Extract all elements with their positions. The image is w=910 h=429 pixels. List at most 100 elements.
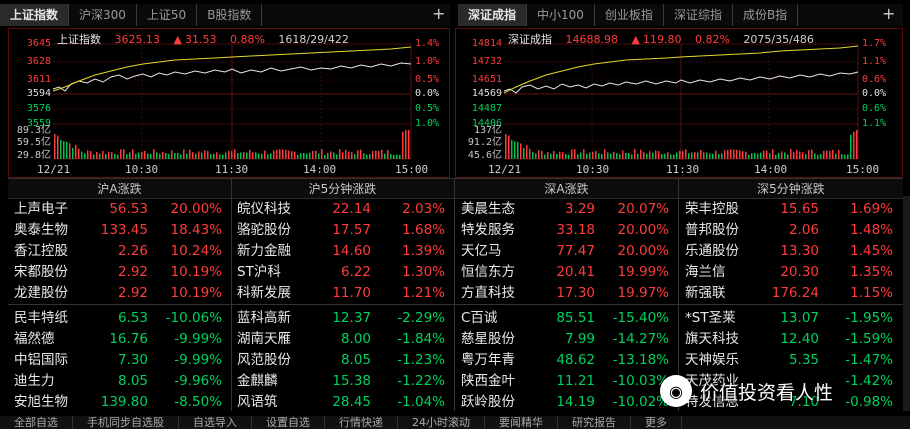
stock-row[interactable]: 新力金融 14.60 1.39% [231, 241, 454, 262]
stock-name[interactable]: 蓝科高新 [231, 308, 311, 329]
stock-row[interactable]: 骆驼股份 17.57 1.68% [231, 220, 454, 241]
tab-left_tabs-2[interactable]: 上证50 [137, 4, 198, 26]
stock-row[interactable]: ST沪科 6.22 1.30% [231, 262, 454, 283]
stock-row[interactable]: 普邦股份 2.06 1.48% [679, 220, 903, 241]
stock-change-pct: 2.03% [402, 201, 445, 217]
stock-row[interactable]: 民丰特纸 6.53 -10.06% [8, 308, 231, 329]
stock-row[interactable]: 荣丰控股 15.65 1.69% [679, 199, 903, 220]
stock-row[interactable]: 方直科技 17.30 19.97% [455, 283, 678, 304]
stock-row[interactable]: 上声电子 56.53 20.00% [8, 199, 231, 220]
stock-name[interactable]: 科新发展 [231, 283, 311, 304]
stock-row[interactable]: 恒信东方 20.41 19.99% [455, 262, 678, 283]
stock-row[interactable]: 特发服务 33.18 20.00% [455, 220, 678, 241]
stock-row[interactable]: 福然德 16.76 -9.99% [8, 329, 231, 350]
stock-row[interactable]: 天亿马 77.47 20.00% [455, 241, 678, 262]
stock-name[interactable]: 天神娱乐 [679, 350, 759, 371]
stock-name[interactable]: 中铝国际 [8, 350, 88, 371]
stock-name[interactable]: 特发服务 [455, 220, 535, 241]
bottom-tab-1[interactable]: 手机同步自选股 [73, 416, 179, 429]
bottom-tab-2[interactable]: 自选导入 [179, 416, 252, 429]
stock-name[interactable]: 宋都股份 [8, 262, 88, 283]
tab-right_tabs-1[interactable]: 中小100 [527, 4, 595, 26]
stock-name[interactable]: 奥泰生物 [8, 220, 88, 241]
stock-name[interactable]: 乐通股份 [679, 241, 759, 262]
stock-name[interactable]: 安旭生物 [8, 392, 88, 413]
tab-right_tabs-4[interactable]: 成份B指 [733, 4, 799, 26]
stock-name[interactable]: 天亿马 [455, 241, 535, 262]
stock-name[interactable]: 风语筑 [231, 392, 311, 413]
board-scrollbar[interactable] [903, 196, 910, 411]
stock-row[interactable]: C百诚 85.51 -15.40% [455, 308, 678, 329]
stock-name[interactable]: 骆驼股份 [231, 220, 311, 241]
stock-name[interactable]: 皖仪科技 [231, 199, 311, 220]
stock-row[interactable]: 迪生力 8.05 -9.96% [8, 371, 231, 392]
tab-right_tabs-2[interactable]: 创业板指 [595, 4, 664, 26]
tab-left_tabs-1[interactable]: 沪深300 [69, 4, 137, 26]
right-intraday-chart[interactable]: 深证成指 14688.98 ▲ 119.80 0.82% 2075/35/486 … [455, 28, 903, 178]
right-add-tab-icon[interactable]: + [882, 4, 895, 24]
stock-row[interactable]: 风范股份 8.05 -1.23% [231, 350, 454, 371]
tab-right_tabs-3[interactable]: 深证综指 [664, 4, 733, 26]
stock-row[interactable]: 科新发展 11.70 1.21% [231, 283, 454, 304]
stock-row[interactable]: 皖仪科技 22.14 2.03% [231, 199, 454, 220]
stock-name[interactable]: 福然德 [8, 329, 88, 350]
stock-name[interactable]: 龙建股份 [8, 283, 88, 304]
stock-name[interactable]: 荣丰控股 [679, 199, 759, 220]
bottom-tab-5[interactable]: 24小时滚动 [398, 416, 485, 429]
stock-name[interactable]: 旗天科技 [679, 329, 759, 350]
stock-name[interactable]: C百诚 [455, 308, 535, 329]
stock-name[interactable]: 恒信东方 [455, 262, 535, 283]
stock-name[interactable]: 香江控股 [8, 241, 88, 262]
stock-row[interactable]: *ST圣莱 13.07 -1.95% [679, 308, 903, 329]
bottom-tab-6[interactable]: 要闻精华 [485, 416, 558, 429]
stock-name[interactable]: 跃岭股份 [455, 392, 535, 413]
bottom-tab-4[interactable]: 行情快递 [325, 416, 398, 429]
bottom-tab-7[interactable]: 研究报告 [558, 416, 631, 429]
stock-row[interactable]: 安旭生物 139.80 -8.50% [8, 392, 231, 413]
tab-left_tabs-0[interactable]: 上证指数 [0, 4, 70, 26]
stock-name[interactable]: 金麒麟 [231, 371, 311, 392]
stock-row[interactable]: 旗天科技 12.40 -1.59% [679, 329, 903, 350]
tab-left_tabs-3[interactable]: B股指数 [197, 4, 263, 26]
stock-name[interactable]: 陕西金叶 [455, 371, 535, 392]
stock-name[interactable]: 美晨生态 [455, 199, 535, 220]
stock-row[interactable]: 陕西金叶 11.21 -10.03% [455, 371, 678, 392]
stock-row[interactable]: 慈星股份 7.99 -14.27% [455, 329, 678, 350]
stock-name[interactable]: ST沪科 [231, 262, 311, 283]
stock-name[interactable]: 慈星股份 [455, 329, 535, 350]
stock-row[interactable]: 湖南天雁 8.00 -1.84% [231, 329, 454, 350]
stock-name[interactable]: 上声电子 [8, 199, 88, 220]
left-intraday-chart[interactable]: 上证指数 3625.13 ▲ 31.53 0.88% 1618/29/422 36… [8, 28, 450, 178]
stock-name[interactable]: 海兰信 [679, 262, 759, 283]
stock-row[interactable]: 宋都股份 2.92 10.19% [8, 262, 231, 283]
stock-row[interactable]: 风语筑 28.45 -1.04% [231, 392, 454, 413]
stock-name[interactable]: 新力金融 [231, 241, 311, 262]
stock-row[interactable]: 龙建股份 2.92 10.19% [8, 283, 231, 304]
stock-row[interactable]: 香江控股 2.26 10.24% [8, 241, 231, 262]
stock-name[interactable]: 民丰特纸 [8, 308, 88, 329]
tab-right_tabs-0[interactable]: 深证成指 [458, 4, 528, 26]
stock-name[interactable]: 湖南天雁 [231, 329, 311, 350]
stock-name[interactable]: 风范股份 [231, 350, 311, 371]
stock-name[interactable]: 粤万年青 [455, 350, 535, 371]
stock-name[interactable]: 新强联 [679, 283, 759, 304]
stock-row[interactable]: 金麒麟 15.38 -1.22% [231, 371, 454, 392]
stock-row[interactable]: 海兰信 20.30 1.35% [679, 262, 903, 283]
stock-row[interactable]: 乐通股份 13.30 1.45% [679, 241, 903, 262]
bottom-tab-3[interactable]: 设置自选 [252, 416, 325, 429]
stock-row[interactable]: 跃岭股份 14.19 -10.02% [455, 392, 678, 413]
stock-row[interactable]: 天神娱乐 5.35 -1.47% [679, 350, 903, 371]
bottom-tab-8[interactable]: 更多 [631, 416, 682, 429]
stock-name[interactable]: 迪生力 [8, 371, 88, 392]
bottom-tab-0[interactable]: 全部自选 [0, 416, 73, 429]
stock-row[interactable]: 中铝国际 7.30 -9.99% [8, 350, 231, 371]
stock-row[interactable]: 粤万年青 48.62 -13.18% [455, 350, 678, 371]
stock-row[interactable]: 蓝科高新 12.37 -2.29% [231, 308, 454, 329]
left-add-tab-icon[interactable]: + [432, 4, 445, 24]
stock-name[interactable]: 普邦股份 [679, 220, 759, 241]
stock-row[interactable]: 奥泰生物 133.45 18.43% [8, 220, 231, 241]
stock-row[interactable]: 新强联 176.24 1.15% [679, 283, 903, 304]
stock-name[interactable]: *ST圣莱 [679, 308, 759, 329]
stock-name[interactable]: 方直科技 [455, 283, 535, 304]
stock-row[interactable]: 美晨生态 3.29 20.07% [455, 199, 678, 220]
